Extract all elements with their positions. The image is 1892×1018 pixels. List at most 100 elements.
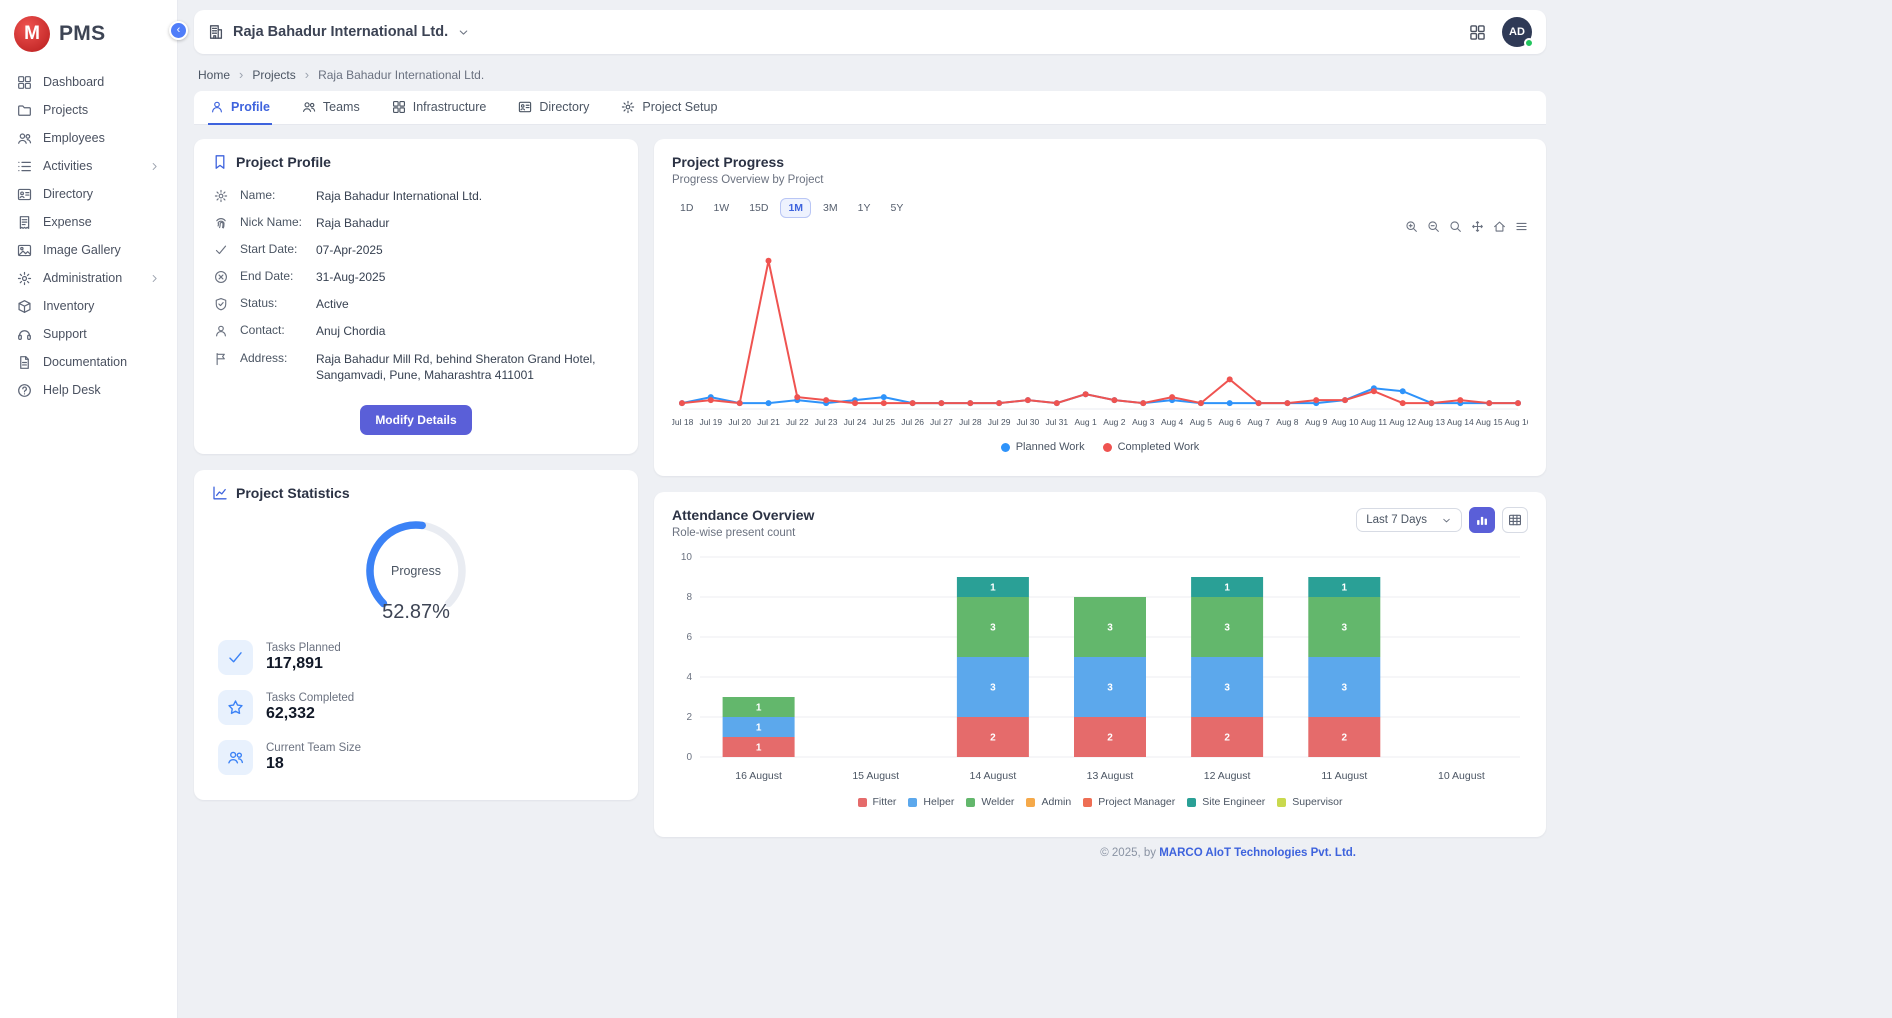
data-point-completed-work[interactable]: [852, 400, 858, 406]
zoom-out-tool-button[interactable]: [1427, 220, 1440, 236]
data-point-planned-work[interactable]: [1227, 400, 1233, 406]
data-point-completed-work[interactable]: [881, 400, 887, 406]
data-point-completed-work[interactable]: [938, 400, 944, 406]
data-point-completed-work[interactable]: [1457, 397, 1463, 403]
data-point-completed-work[interactable]: [1429, 400, 1435, 406]
sidebar-item-dashboard[interactable]: Dashboard: [0, 68, 177, 96]
menu-icon: [1515, 220, 1528, 233]
bar-value-label: 3: [1107, 623, 1113, 634]
footer-link[interactable]: MARCO AIoT Technologies Pvt. Ltd.: [1159, 847, 1356, 859]
range-5y-button[interactable]: 5Y: [882, 198, 911, 218]
tab-directory[interactable]: Directory: [516, 91, 591, 125]
sidebar-item-activities[interactable]: Activities: [0, 152, 177, 180]
data-point-planned-work[interactable]: [1400, 388, 1406, 394]
range-3m-button[interactable]: 3M: [815, 198, 846, 218]
data-point-completed-work[interactable]: [679, 400, 685, 406]
legend-item-site-engineer[interactable]: Site Engineer: [1187, 796, 1265, 808]
tab-label: Project Setup: [642, 100, 717, 114]
sidebar-item-documentation[interactable]: Documentation: [0, 348, 177, 376]
sidebar-collapse-button[interactable]: ‹: [169, 21, 188, 40]
data-point-completed-work[interactable]: [1342, 397, 1348, 403]
legend-item-helper[interactable]: Helper: [908, 796, 954, 808]
x-category-label: 15 August: [852, 770, 899, 782]
stat-tasks-completed: Tasks Completed62,332: [218, 690, 620, 725]
magnifier-tool-button[interactable]: [1449, 220, 1462, 236]
data-point-completed-work[interactable]: [1400, 400, 1406, 406]
home-tool-button[interactable]: [1493, 220, 1506, 236]
breadcrumb-item-home[interactable]: Home: [198, 68, 230, 82]
brand[interactable]: M PMS: [0, 10, 177, 68]
bar-value-label: 2: [1107, 733, 1113, 744]
menu-tool-button[interactable]: [1515, 220, 1528, 236]
data-point-completed-work[interactable]: [1256, 400, 1262, 406]
sidebar-item-directory[interactable]: Directory: [0, 180, 177, 208]
zoom-in-tool-button[interactable]: [1405, 220, 1418, 236]
range-1w-button[interactable]: 1W: [705, 198, 737, 218]
breadcrumb-item-projects[interactable]: Projects: [252, 68, 295, 82]
data-point-completed-work[interactable]: [794, 394, 800, 400]
data-point-completed-work[interactable]: [1486, 400, 1492, 406]
tab-profile[interactable]: Profile: [208, 91, 272, 125]
range-1d-button[interactable]: 1D: [672, 198, 701, 218]
data-point-completed-work[interactable]: [1111, 397, 1117, 403]
field-label: Name:: [240, 188, 304, 202]
legend-item-planned-work[interactable]: Planned Work: [1001, 441, 1085, 453]
attendance-range-select[interactable]: Last 7 Days: [1356, 508, 1462, 532]
range-1y-button[interactable]: 1Y: [850, 198, 879, 218]
x-tick-label: Aug 3: [1132, 417, 1154, 427]
sidebar-item-support[interactable]: Support: [0, 320, 177, 348]
table-view-toggle-button[interactable]: [1502, 507, 1528, 533]
progress-card-subtitle: Progress Overview by Project: [672, 174, 1528, 186]
tab-project-setup[interactable]: Project Setup: [619, 91, 719, 125]
data-point-completed-work[interactable]: [967, 400, 973, 406]
tab-teams[interactable]: Teams: [300, 91, 362, 125]
data-point-completed-work[interactable]: [996, 400, 1002, 406]
profile-field-start-date: Start Date:07-Apr-2025: [212, 236, 620, 263]
data-point-completed-work[interactable]: [1169, 394, 1175, 400]
apps-grid-button[interactable]: [1469, 24, 1486, 41]
data-point-completed-work[interactable]: [1313, 397, 1319, 403]
pan-icon: [1471, 220, 1484, 233]
data-point-completed-work[interactable]: [1025, 397, 1031, 403]
data-point-completed-work[interactable]: [1198, 400, 1204, 406]
data-point-completed-work[interactable]: [1371, 388, 1377, 394]
legend-item-welder[interactable]: Welder: [966, 796, 1014, 808]
pan-tool-button[interactable]: [1471, 220, 1484, 236]
legend-item-completed-work[interactable]: Completed Work: [1103, 441, 1200, 453]
data-point-completed-work[interactable]: [1140, 400, 1146, 406]
modify-details-button[interactable]: Modify Details: [360, 405, 471, 435]
chart-view-toggle-button[interactable]: [1469, 507, 1495, 533]
sidebar-item-expense[interactable]: Expense: [0, 208, 177, 236]
sidebar-item-image-gallery[interactable]: Image Gallery: [0, 236, 177, 264]
data-point-completed-work[interactable]: [1054, 400, 1060, 406]
data-point-completed-work[interactable]: [1083, 391, 1089, 397]
data-point-completed-work[interactable]: [1227, 376, 1233, 382]
sidebar-item-administration[interactable]: Administration: [0, 264, 177, 292]
sidebar-item-employees[interactable]: Employees: [0, 124, 177, 152]
data-point-planned-work[interactable]: [766, 400, 772, 406]
legend-marker: [1187, 798, 1196, 807]
user-avatar[interactable]: AD: [1502, 17, 1532, 47]
data-point-completed-work[interactable]: [1284, 400, 1290, 406]
legend-marker: [1083, 798, 1092, 807]
legend-item-admin[interactable]: Admin: [1026, 796, 1071, 808]
data-point-completed-work[interactable]: [823, 397, 829, 403]
sidebar-item-help-desk[interactable]: Help Desk: [0, 376, 177, 404]
data-point-completed-work[interactable]: [737, 400, 743, 406]
legend-item-supervisor[interactable]: Supervisor: [1277, 796, 1342, 808]
data-point-completed-work[interactable]: [708, 397, 714, 403]
x-category-label: 12 August: [1204, 770, 1251, 782]
legend-item-fitter[interactable]: Fitter: [858, 796, 897, 808]
range-15d-button[interactable]: 15D: [741, 198, 776, 218]
data-point-completed-work[interactable]: [1515, 400, 1521, 406]
data-point-completed-work[interactable]: [766, 258, 772, 264]
range-1m-button[interactable]: 1M: [780, 198, 811, 218]
footer-text: © 2025, by: [1100, 847, 1159, 859]
tab-infrastructure[interactable]: Infrastructure: [390, 91, 489, 125]
data-point-completed-work[interactable]: [910, 400, 916, 406]
company-selector[interactable]: Raja Bahadur International Ltd.: [208, 24, 470, 40]
data-point-planned-work[interactable]: [881, 394, 887, 400]
legend-item-project-manager[interactable]: Project Manager: [1083, 796, 1175, 808]
sidebar-item-projects[interactable]: Projects: [0, 96, 177, 124]
sidebar-item-inventory[interactable]: Inventory: [0, 292, 177, 320]
